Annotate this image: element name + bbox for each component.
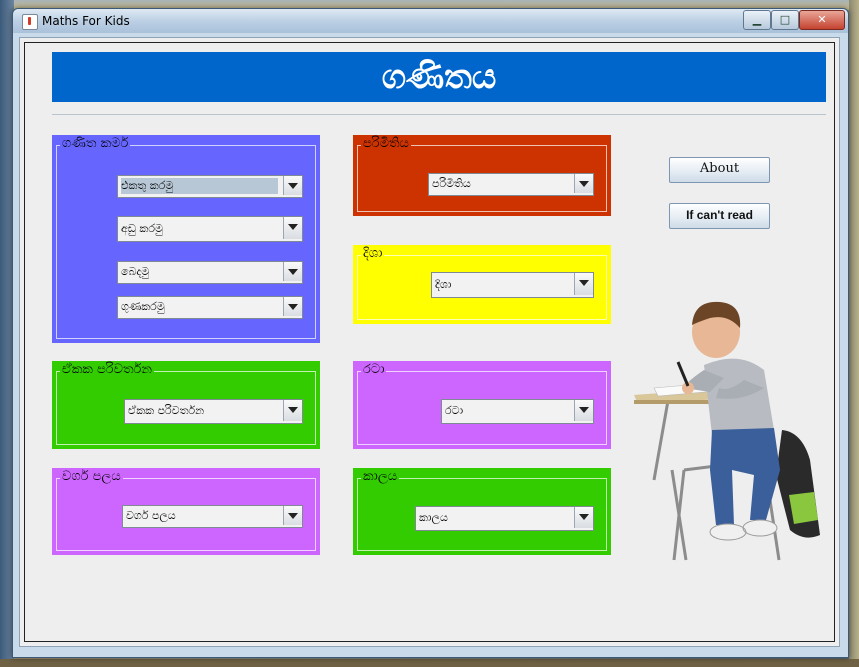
combo-value: පරිමිතිය	[432, 177, 471, 190]
panel-warga-palaya: වර්ග පලය වර්ග පලය	[52, 468, 320, 555]
combo-subtraction[interactable]: අඩු කරමු	[117, 216, 303, 242]
app-window: Maths For Kids ▁ □ ✕ ගණිතය ගණිත කර්ම එකත…	[12, 8, 849, 658]
combo-value: දිශා	[435, 278, 452, 291]
combo-value: බෙදමු	[121, 265, 150, 278]
combo-addition[interactable]: එකතු කරමු	[117, 175, 303, 198]
combo-value: රටා	[445, 404, 464, 417]
cant-read-button[interactable]: If can't read	[669, 203, 770, 229]
boy-studying-image	[634, 301, 820, 561]
minimize-button[interactable]: ▁	[743, 10, 771, 30]
combo-value: ගුණකරමු	[121, 300, 165, 313]
panel-ekaka-parivarthana: ඒකක පරිවර්තන ඒකක පරිවර්තන	[52, 361, 320, 449]
java-app-icon[interactable]	[22, 14, 38, 30]
combo-value: ඒකක පරිවර්තන	[128, 404, 205, 417]
combo-value: එකතු කරමු	[121, 178, 278, 194]
close-icon: ✕	[817, 13, 827, 26]
panel-legend: වර්ග පලය	[60, 469, 123, 485]
panel-disha: දිශා දිශා	[353, 245, 611, 324]
dropdown-arrow-icon[interactable]	[574, 273, 593, 295]
panel-legend: පරිමිතිය	[361, 136, 411, 152]
title-bar[interactable]: Maths For Kids ▁ □ ✕	[13, 9, 848, 33]
maximize-icon: □	[779, 13, 791, 26]
minimize-icon: ▁	[752, 13, 762, 26]
dropdown-arrow-icon[interactable]	[283, 262, 302, 281]
combo-area[interactable]: වර්ග පලය	[122, 505, 303, 528]
dropdown-arrow-icon[interactable]	[574, 174, 593, 193]
combo-division[interactable]: බෙදමු	[117, 261, 303, 284]
panel-ganitha-karma: ගණිත කර්ම එකතු කරමු අඩු කරමු බෙදමු ගුණකර…	[52, 135, 320, 343]
panel-kalaya: කාලය කාලය	[353, 468, 611, 555]
about-button[interactable]: About	[669, 157, 770, 183]
panel-legend: රටා	[361, 362, 387, 378]
combo-patterns[interactable]: රටා	[441, 399, 594, 424]
dropdown-arrow-icon[interactable]	[574, 400, 593, 421]
close-button[interactable]: ✕	[799, 10, 845, 30]
panel-rata: රටා රටා	[353, 361, 611, 449]
combo-perimeter[interactable]: පරිමිතිය	[428, 173, 594, 196]
dropdown-arrow-icon[interactable]	[283, 297, 302, 316]
dropdown-arrow-icon[interactable]	[574, 507, 593, 528]
client-area: ගණිතය ගණිත කර්ම එකතු කරමු අඩු කරමු බෙදමු…	[19, 37, 840, 647]
combo-directions[interactable]: දිශා	[431, 272, 594, 298]
combo-value: අඩු කරමු	[121, 222, 163, 235]
header-divider	[52, 114, 826, 115]
combo-unit-conversion[interactable]: ඒකක පරිවර්තන	[124, 399, 303, 424]
page-title: ගණිතය	[52, 52, 826, 102]
panel-legend: ඒකක පරිවර්තන	[60, 362, 154, 378]
dropdown-arrow-icon[interactable]	[283, 506, 302, 525]
combo-value: කාලය	[419, 511, 448, 524]
maximize-button[interactable]: □	[771, 10, 799, 30]
desktop-background-right	[849, 0, 859, 667]
dropdown-arrow-icon[interactable]	[283, 400, 302, 421]
panel-legend: දිශා	[361, 246, 385, 262]
desktop-background-bottom	[0, 659, 859, 667]
window-title: Maths For Kids	[42, 14, 130, 28]
panel-parimithiya: පරිමිතිය පරිමිතිය	[353, 135, 611, 216]
dropdown-arrow-icon[interactable]	[283, 217, 302, 239]
combo-multiplication[interactable]: ගුණකරමු	[117, 296, 303, 319]
panel-legend: ගණිත කර්ම	[60, 136, 131, 152]
combo-time[interactable]: කාලය	[415, 506, 594, 531]
combo-value: වර්ග පලය	[126, 509, 176, 522]
dropdown-arrow-icon[interactable]	[283, 176, 302, 195]
panel-legend: කාලය	[361, 469, 400, 485]
